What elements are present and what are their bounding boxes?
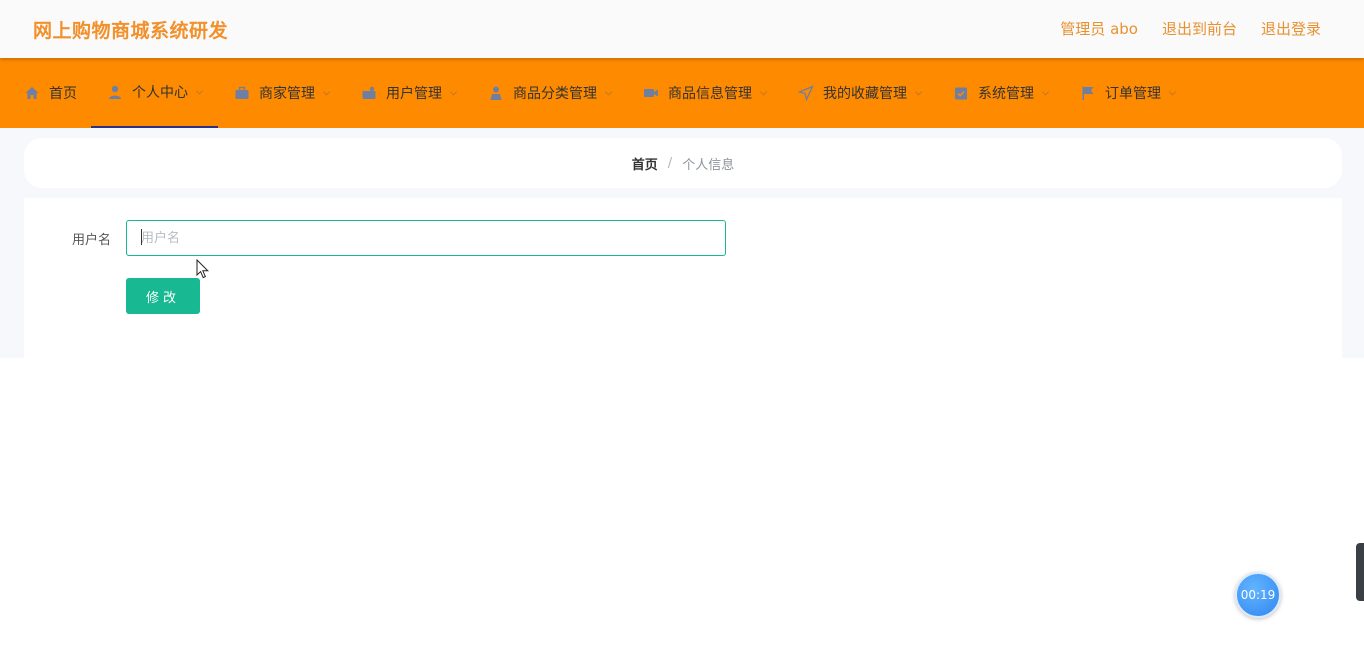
chevron-down-icon: [449, 89, 458, 98]
nav-item-label: 用户管理: [386, 86, 442, 102]
nav-item-label: 商家管理: [259, 86, 315, 102]
nav-item-home[interactable]: 首页: [8, 58, 91, 128]
nav-item-label: 首页: [49, 86, 77, 102]
nav-item-merchant-management[interactable]: 商家管理: [218, 58, 345, 128]
nav-item-label: 商品分类管理: [513, 86, 597, 102]
chevron-down-icon: [1168, 89, 1177, 98]
nav-item-label: 商品信息管理: [668, 86, 752, 102]
chevron-down-icon: [759, 89, 768, 98]
nav-item-order-management[interactable]: 订单管理: [1064, 58, 1191, 128]
nav-item-category-management[interactable]: 商品分类管理: [472, 58, 627, 128]
profile-form: 用户名 修改: [24, 198, 1342, 358]
nav-item-product-info-management[interactable]: 商品信息管理: [627, 58, 782, 128]
chevron-down-icon: [195, 88, 204, 97]
nav-item-label: 系统管理: [978, 86, 1034, 102]
exit-to-frontend-link[interactable]: 退出到前台: [1162, 18, 1237, 39]
breadcrumb-current: 个人信息: [682, 157, 735, 173]
nav-item-label: 我的收藏管理: [823, 86, 907, 102]
username-label: 用户名: [72, 233, 112, 248]
breadcrumb-home[interactable]: 首页: [632, 154, 658, 173]
nav-item-personal-center[interactable]: 个人中心: [91, 58, 218, 128]
video-icon: [643, 85, 659, 101]
nav-item-favorites-management[interactable]: 我的收藏管理: [782, 58, 937, 128]
chevron-down-icon: [1041, 89, 1050, 98]
breadcrumb: 首页 / 个人信息: [24, 138, 1342, 188]
nav-item-label: 订单管理: [1105, 86, 1161, 102]
breadcrumb-separator: /: [667, 155, 673, 171]
chevron-down-icon: [322, 89, 331, 98]
clipboard-check-icon: [953, 85, 969, 101]
top-header: 网上购物商城系统研发 管理员 abo 退出到前台 退出登录: [0, 0, 1364, 58]
home-icon: [24, 85, 40, 101]
chevron-down-icon: [604, 89, 613, 98]
admin-user-link[interactable]: 管理员 abo: [1060, 18, 1138, 39]
app-title: 网上购物商城系统研发: [33, 20, 229, 42]
users-icon: [361, 85, 377, 101]
briefcase-icon: [234, 85, 250, 101]
flag-icon: [1080, 85, 1096, 101]
text-caret: [141, 229, 142, 245]
nav-item-system-management[interactable]: 系统管理: [937, 58, 1064, 128]
nav-item-label: 个人中心: [132, 85, 188, 101]
header-links: 管理员 abo 退出到前台 退出登录: [1060, 18, 1321, 39]
mouse-cursor-icon: [196, 259, 210, 279]
person-icon: [488, 85, 504, 101]
side-panel-handle[interactable]: [1356, 543, 1364, 601]
recording-timer[interactable]: 00:19: [1235, 572, 1281, 618]
username-input[interactable]: [126, 220, 726, 256]
nav-item-user-management[interactable]: 用户管理: [345, 58, 472, 128]
logout-link[interactable]: 退出登录: [1261, 18, 1321, 39]
main-nav: 首页 个人中心 商家管理 用户管理 商品分类管理 商品信息管理 我的收藏管理 系…: [0, 58, 1364, 128]
timer-value: 00:19: [1240, 588, 1276, 602]
chevron-down-icon: [914, 89, 923, 98]
send-icon: [798, 85, 814, 101]
modify-button[interactable]: 修改: [126, 278, 200, 314]
user-icon: [107, 84, 123, 100]
